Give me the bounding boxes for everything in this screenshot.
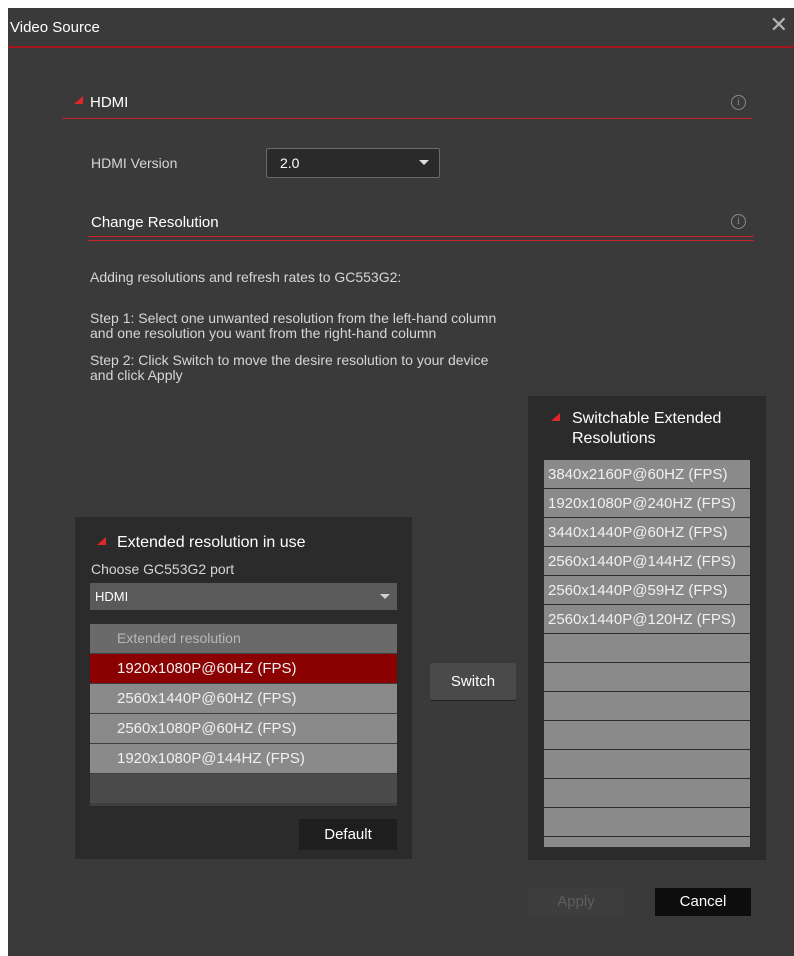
list-item-empty <box>544 692 750 721</box>
list-item-empty <box>544 750 750 779</box>
default-button[interactable]: Default <box>299 819 397 850</box>
hdmi-info-icon[interactable]: i <box>731 95 746 110</box>
apply-button[interactable]: Apply <box>528 888 624 916</box>
list-item[interactable]: 2560x1440P@144HZ (FPS) <box>544 547 750 576</box>
step2-line2: and click Apply <box>90 367 183 383</box>
step2-text: Step 2: Click Switch to move the desire … <box>90 353 488 383</box>
list-item-empty <box>544 634 750 663</box>
list-item-empty <box>544 808 750 837</box>
list-item-empty <box>544 779 750 808</box>
chevron-down-icon <box>419 160 429 165</box>
list-item-empty <box>544 663 750 692</box>
step1-line2: and one resolution you want from the rig… <box>90 325 437 341</box>
change-resolution-info-icon[interactable]: i <box>731 214 746 229</box>
switchable-panel-title: Switchable Extended Resolutions <box>572 409 721 449</box>
step2-line1: Step 2: Click Switch to move the desire … <box>90 352 489 368</box>
list-item[interactable]: 1920x1080P@240HZ (FPS) <box>544 489 750 518</box>
change-resolution-title: Change Resolution <box>91 214 219 231</box>
resolution-divider-top <box>88 236 754 237</box>
cancel-button[interactable]: Cancel <box>655 888 751 916</box>
step1-text: Step 1: Select one unwanted resolution f… <box>90 311 496 341</box>
close-icon[interactable]: ✕ <box>770 12 788 38</box>
list-item[interactable]: 2560x1080P@60HZ (FPS) <box>90 714 397 743</box>
switch-button[interactable]: Switch <box>430 663 516 701</box>
section-marker-icon <box>551 413 560 421</box>
video-source-dialog: Video Source ✕ HDMI i HDMI Version 2.0 C… <box>8 8 794 956</box>
in-use-panel: Extended resolution in use Choose GC553G… <box>75 517 412 859</box>
list-item-empty <box>544 721 750 750</box>
switchable-list: 3840x2160P@60HZ (FPS) 1920x1080P@240HZ (… <box>544 460 750 848</box>
dialog-title: Video Source <box>10 19 100 36</box>
hdmi-divider <box>62 118 752 119</box>
switchable-title-line1: Switchable Extended <box>572 410 722 427</box>
hdmi-version-value: 2.0 <box>280 155 300 171</box>
hdmi-version-label: HDMI Version <box>91 155 178 171</box>
list-item[interactable]: 3440x1440P@60HZ (FPS) <box>544 518 750 547</box>
list-header: Extended resolution <box>90 624 397 653</box>
port-label: Choose GC553G2 port <box>91 561 235 577</box>
list-item[interactable]: 2560x1440P@120HZ (FPS) <box>544 605 750 634</box>
section-marker-icon <box>97 537 106 545</box>
port-value: HDMI <box>95 589 129 604</box>
chevron-down-icon <box>380 594 390 599</box>
section-marker-icon <box>74 96 83 104</box>
list-item[interactable]: 3840x2160P@60HZ (FPS) <box>544 460 750 489</box>
hdmi-version-select[interactable]: 2.0 <box>266 148 440 178</box>
list-item-empty <box>90 774 397 803</box>
intro-text: Adding resolutions and refresh rates to … <box>90 269 402 285</box>
in-use-panel-title: Extended resolution in use <box>117 534 306 551</box>
list-item-empty <box>544 837 750 848</box>
switchable-title-line2: Resolutions <box>572 430 656 447</box>
step1-line1: Step 1: Select one unwanted resolution f… <box>90 310 497 326</box>
hdmi-section-title: HDMI <box>90 94 129 111</box>
list-item-selected[interactable]: 1920x1080P@60HZ (FPS) <box>90 654 397 683</box>
switchable-panel: Switchable Extended Resolutions 3840x216… <box>528 396 766 860</box>
list-item[interactable]: 2560x1440P@60HZ (FPS) <box>90 684 397 713</box>
port-select[interactable]: HDMI <box>90 583 397 610</box>
list-item[interactable]: 1920x1080P@144HZ (FPS) <box>90 744 397 773</box>
list-item[interactable]: 2560x1440P@59HZ (FPS) <box>544 576 750 605</box>
resolution-divider-bottom <box>88 240 754 241</box>
in-use-list: Extended resolution 1920x1080P@60HZ (FPS… <box>90 624 397 806</box>
title-bar: Video Source ✕ <box>8 8 794 48</box>
